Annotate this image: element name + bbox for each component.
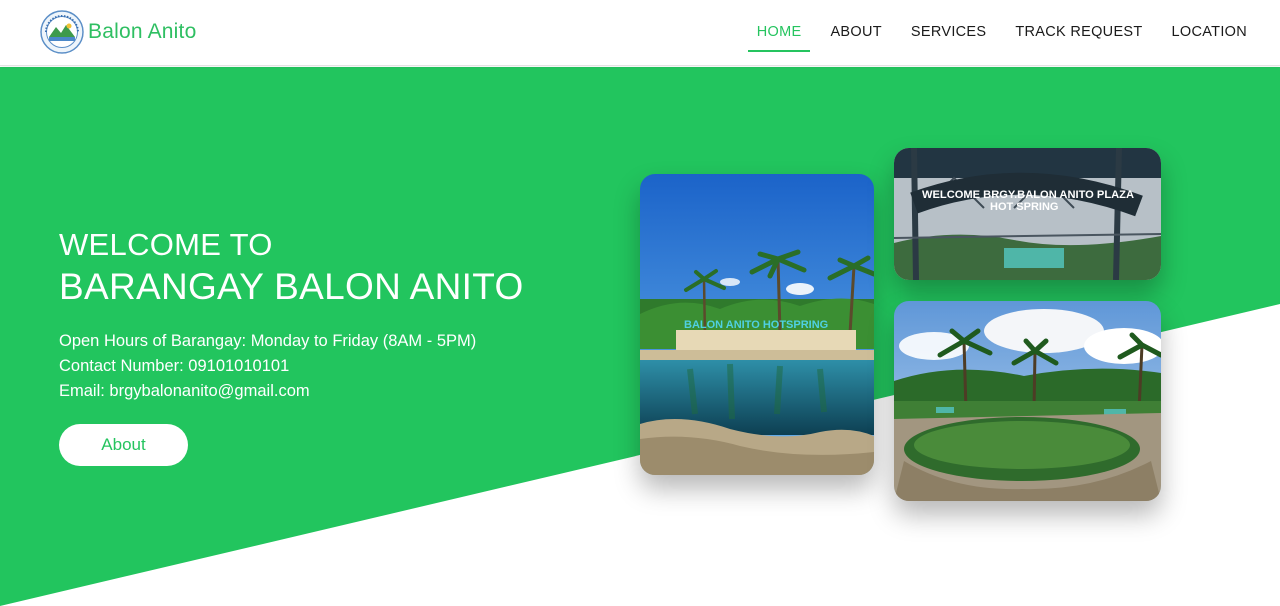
hotspring-photo: BALON ANITO HOTSPRING [640,174,874,475]
nav-about[interactable]: ABOUT [830,0,881,66]
brand-link[interactable]: Balon Anito [40,10,196,54]
about-button[interactable]: About [59,424,188,466]
nav-track-request[interactable]: TRACK REQUEST [1015,0,1142,66]
navbar: Balon Anito HOME ABOUT SERVICES TRACK RE… [0,0,1280,66]
brand-name: Balon Anito [88,20,197,43]
barangay-seal-icon [40,10,84,54]
hero-title-welcome: WELCOME TO [59,227,273,262]
hot-spring-sign-text: HOT SPRING [990,201,1058,213]
hotspring-sign-text: BALON ANITO HOTSPRING [684,319,828,331]
hero-section: WELCOME TO BARANGAY BALON ANITO Open Hou… [0,67,1280,606]
nav-location[interactable]: LOCATION [1172,0,1247,66]
office-hours: Open Hours of Barangay: Monday to Friday… [59,332,477,350]
plaza-sign-text: WELCOME BRGY.BALON ANITO PLAZA [922,189,1134,201]
main-nav: HOME ABOUT SERVICES TRACK REQUEST LOCATI… [728,0,1247,66]
email-address: Email: brgybalonanito@gmail.com [59,382,310,400]
contact-number: Contact Number: 09101010101 [59,357,290,375]
nav-home[interactable]: HOME [747,0,811,66]
hero-title-barangay: BARANGAY BALON ANITO [59,266,524,307]
plaza-arch-photo: WELCOME BRGY.BALON ANITO PLAZA HOT SPRIN… [894,148,1161,280]
hero-info: Open Hours of Barangay: Monday to Friday… [59,329,524,404]
hero-text: WELCOME TO BARANGAY BALON ANITO Open Hou… [59,227,524,466]
nav-services[interactable]: SERVICES [911,0,986,66]
pond-photo [894,301,1161,501]
